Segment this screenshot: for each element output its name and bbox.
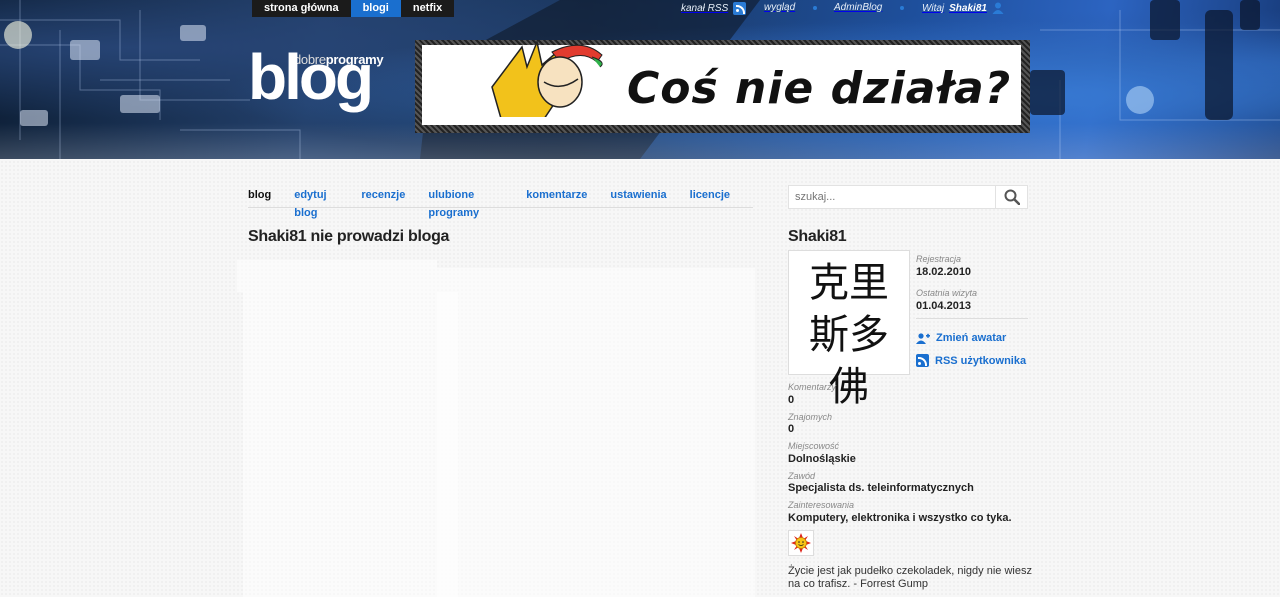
sun-badge (788, 530, 814, 556)
interests-label: Zainteresowania (788, 500, 855, 510)
separator-dot-icon (900, 6, 904, 10)
search-form (788, 185, 1028, 209)
rss-icon (916, 354, 929, 367)
greeting-label: Witaj (922, 2, 945, 14)
comments-value: 0 (788, 394, 795, 406)
empty-content-area (437, 268, 755, 597)
subnav-item-settings[interactable]: ustawienia (610, 186, 666, 207)
rss-icon (733, 2, 747, 15)
change-avatar-link[interactable]: Zmień awatar (916, 332, 1006, 344)
last-visit-date: 01.04.2013 (916, 300, 972, 312)
page-title: Shaki81 nie prowadzi bloga (248, 228, 450, 245)
ad-banner[interactable]: Coś nie działa? (415, 39, 1030, 133)
job-value: Specjalista ds. teleinformatycznych (788, 482, 974, 494)
empty-content-area (243, 292, 458, 597)
header-banner: strona główna blogi netfix kanał RSS wyg… (0, 0, 1280, 159)
user-greeting-link[interactable]: Witaj Shaki81 (922, 2, 1004, 14)
separator-dot-icon (813, 6, 817, 10)
greeting-username: Shaki81 (949, 2, 987, 14)
admin-blog-link[interactable]: AdminBlog (834, 2, 882, 13)
change-avatar-label: Zmień awatar (936, 332, 1007, 344)
comments-label: Komentarzy (788, 382, 837, 392)
users-icon (916, 332, 930, 344)
registration-date: 18.02.2010 (916, 266, 972, 278)
ad-banner-inner: Coś nie działa? (422, 39, 1021, 125)
subnav-item-edit-blog[interactable]: edytuj blog (294, 186, 338, 219)
city-label: Miejscowość (788, 441, 840, 451)
subnav-item-licenses[interactable]: licencje (690, 186, 730, 207)
subnav-item-comments[interactable]: komentarze (526, 186, 587, 207)
city-value: Dolnośląskie (788, 453, 856, 465)
last-visit-label: Ostatnia wizyta (916, 288, 978, 298)
user-icon (992, 2, 1004, 14)
topnav-item-home[interactable]: strona główna (252, 0, 351, 17)
interests-value: Komputery, elektronika i wszystko co tyk… (788, 512, 1012, 524)
divider (916, 318, 1028, 319)
user-rss-link[interactable]: RSS użytkownika (916, 354, 1026, 367)
rss-feed-label: kanał RSS (681, 3, 729, 14)
appearance-link[interactable]: wygląd (764, 2, 795, 13)
user-rss-label: RSS użytkownika (935, 354, 1027, 367)
search-input[interactable] (788, 185, 996, 209)
blog-subnavigation: blog edytuj blog recenzje ulubione progr… (248, 186, 753, 219)
profile-name: Shaki81 (788, 228, 847, 245)
search-icon (1004, 189, 1020, 205)
empty-content-area (237, 260, 437, 292)
subnav-item-reviews[interactable]: recenzje (361, 186, 405, 207)
avatar: 克里斯多佛 (788, 250, 910, 410)
ad-banner-text: Coś nie działa? (627, 63, 1012, 114)
topnav-item-netfix[interactable]: netfix (400, 0, 455, 17)
sun-icon (791, 533, 811, 553)
cartoon-character-image (491, 39, 603, 117)
topnav-item-blogs[interactable]: blogi (350, 0, 401, 17)
appearance-label: wygląd (764, 2, 796, 13)
admin-blog-label: AdminBlog (834, 2, 883, 13)
top-navigation: strona główna blogi netfix (252, 0, 455, 17)
job-label: Zawód (788, 471, 816, 481)
friends-label: Znajomych (788, 412, 833, 422)
rss-feed-link[interactable]: kanał RSS (681, 2, 747, 15)
subnav-item-blog[interactable]: blog (248, 186, 271, 207)
subnav-item-favorite-programs[interactable]: ulubione programy (428, 186, 503, 219)
registration-label: Rejestracja (916, 254, 962, 264)
logo-title: blog (248, 41, 374, 113)
site-logo[interactable]: dobreprogramy blog (248, 40, 400, 120)
profile-quote: Życie jest jak pudełko czekoladek, nigdy… (788, 565, 1032, 590)
friends-value: 0 (788, 423, 795, 435)
search-button[interactable] (996, 185, 1028, 209)
